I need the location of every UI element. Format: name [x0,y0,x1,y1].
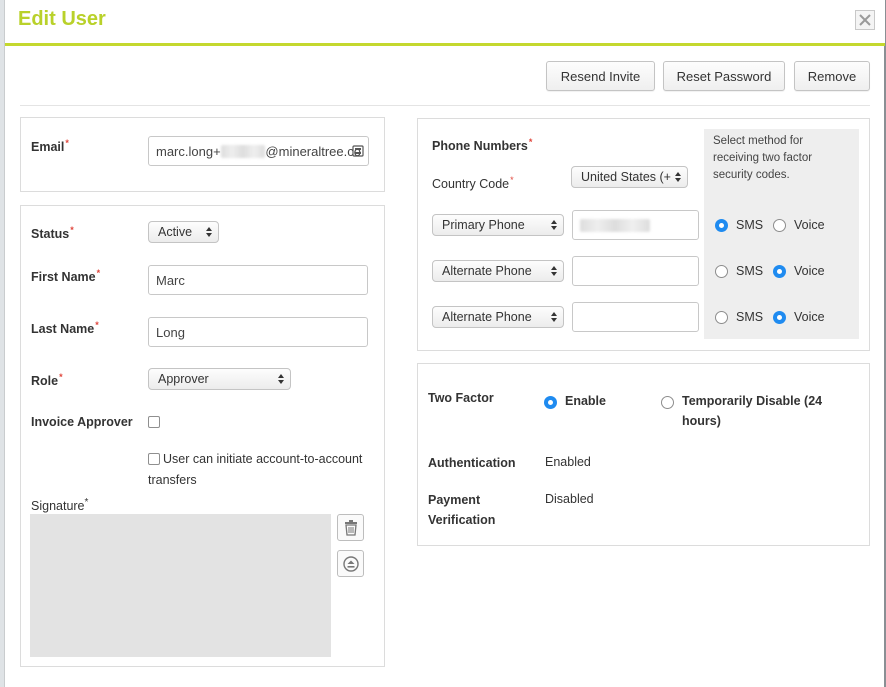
role-select[interactable]: Approver [148,368,291,390]
redacted-text [580,218,650,232]
select-arrows-icon [551,312,557,322]
last-name-label: Last Name* [31,320,99,337]
phone-type-select-3[interactable]: Alternate Phone [432,306,564,328]
payment-verification-label: Payment [428,493,481,507]
last-name-value: Long [156,324,185,340]
enable-radio[interactable] [544,396,557,409]
payment-verification-label-cont: Verification [428,513,496,527]
account-transfer-label: User can initiate account-to-account [163,452,363,466]
country-code-label: Country Code* [432,175,514,192]
sms-radio-1[interactable] [715,219,728,232]
email-value-suffix: @mineraltree.co [265,143,361,159]
sms-label: SMS [736,264,764,278]
temporarily-disable-label-cont: hours) [682,414,721,428]
redacted-text [220,144,266,158]
status-select[interactable]: Active [148,221,219,243]
voice-radio-2[interactable] [773,265,786,278]
select-arrows-icon [278,374,284,384]
phone-input-1[interactable] [572,210,699,240]
phone-type-select-2[interactable]: Alternate Phone [432,260,564,282]
modal-header: Edit User [5,0,885,46]
info-text: Select method for [713,135,804,147]
country-code-value: United States (+ [581,170,671,184]
upload-signature-button[interactable] [337,550,364,577]
enable-label: Enable [565,394,606,408]
phone-type-value: Alternate Phone [442,264,532,278]
authentication-label: Authentication [428,456,516,470]
last-name-field[interactable]: Long [148,317,368,347]
first-name-label: First Name* [31,268,101,285]
email-panel: Email* marc.long+ @mineraltree.co [20,117,385,192]
status-label: Status* [31,225,74,242]
close-button[interactable] [855,10,875,30]
temporarily-disable-label: Temporarily Disable (24 [682,394,823,408]
account-transfer-checkbox[interactable] [148,453,160,465]
phone-type-select-1[interactable]: Primary Phone [432,214,564,236]
contact-card-icon [352,145,364,157]
phone-type-value: Alternate Phone [442,310,532,324]
sms-radio-3[interactable] [715,311,728,324]
first-name-value: Marc [156,272,185,288]
account-transfer-label-cont: transfers [148,473,197,487]
two-factor-info: Select method for receiving two factor s… [704,129,859,339]
country-code-select[interactable]: United States (+ [571,166,688,188]
authentication-value: Enabled [545,455,591,469]
select-arrows-icon [551,266,557,276]
phone-numbers-label: Phone Numbers* [432,137,533,154]
resend-invite-button[interactable]: Resend Invite [546,61,655,91]
toolbar-divider [20,105,870,106]
role-label: Role* [31,372,63,389]
email-label: Email* [31,138,69,155]
voice-radio-3[interactable] [773,311,786,324]
invoice-approver-checkbox[interactable] [148,416,160,428]
reset-password-button[interactable]: Reset Password [663,61,785,91]
voice-label: Voice [794,264,825,278]
temporarily-disable-radio[interactable] [661,396,674,409]
info-text: security codes. [713,169,790,181]
modal-title: Edit User [18,8,106,30]
phone-type-value: Primary Phone [442,218,525,232]
trash-icon [344,519,357,536]
invoice-approver-label: Invoice Approver [31,415,133,429]
voice-radio-1[interactable] [773,219,786,232]
delete-signature-button[interactable] [337,514,364,541]
select-arrows-icon [551,220,557,230]
signature-pad[interactable] [30,514,331,657]
voice-label: Voice [794,310,825,324]
sms-label: SMS [736,310,764,324]
upload-icon [342,555,359,572]
status-value: Active [158,225,193,239]
edit-user-modal: Edit User Resend Invite Reset Password R… [4,0,885,687]
remove-button[interactable]: Remove [794,61,870,91]
sms-radio-2[interactable] [715,265,728,278]
payment-verification-value: Disabled [545,492,594,506]
select-arrows-icon [675,172,681,182]
role-value: Approver [158,372,209,386]
two-factor-label: Two Factor [428,391,494,405]
voice-label: Voice [794,218,825,232]
select-arrows-icon [206,227,212,237]
close-icon [859,14,871,26]
info-text: receiving two factor [713,152,813,164]
sms-label: SMS [736,218,764,232]
signature-label: Signature* [31,497,89,514]
first-name-field[interactable]: Marc [148,265,368,295]
email-field[interactable]: marc.long+ @mineraltree.co [148,136,369,166]
phone-input-3[interactable] [572,302,699,332]
phone-input-2[interactable] [572,256,699,286]
email-value-prefix: marc.long+ [156,143,221,159]
